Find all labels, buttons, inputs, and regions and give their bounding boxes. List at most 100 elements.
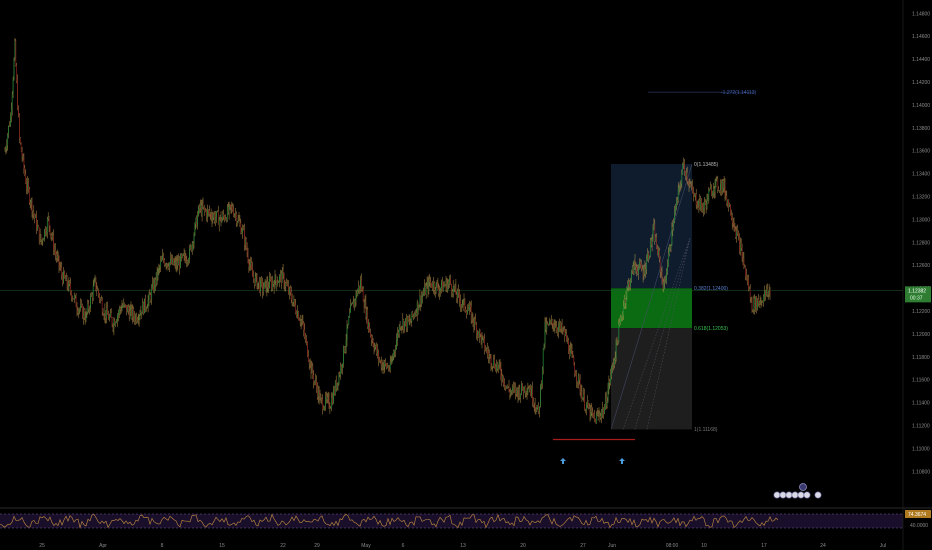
candle-body — [8, 125, 9, 135]
candle-body — [97, 289, 99, 291]
candle-body — [550, 319, 552, 322]
candle-body — [154, 279, 156, 285]
candle-body — [749, 288, 751, 298]
candle-body — [118, 312, 119, 316]
event-badge[interactable] — [814, 491, 822, 499]
candle-body — [164, 264, 166, 266]
candle-body — [657, 248, 658, 255]
candle-body — [138, 315, 140, 321]
candle-body — [748, 279, 749, 290]
candle-body — [217, 211, 219, 225]
candle-body — [106, 307, 108, 319]
candle-body — [157, 269, 159, 279]
candle-body — [757, 299, 758, 309]
candle-body — [295, 304, 297, 313]
candle-body — [28, 188, 30, 203]
candle-body — [441, 281, 442, 289]
candle-body — [431, 282, 432, 287]
fib-label-bottom: 1(1.11168) — [694, 427, 718, 433]
candle-body — [230, 205, 232, 208]
time-tick-label: 17 — [761, 543, 767, 549]
candle-body — [75, 295, 77, 308]
candle-body — [130, 306, 132, 310]
candle-body — [570, 348, 572, 350]
candle-body — [84, 317, 86, 321]
candle-body — [111, 317, 113, 326]
candle-body — [347, 324, 349, 326]
candle-body — [127, 306, 129, 311]
candle-body — [586, 401, 588, 405]
candle-body — [486, 348, 487, 351]
candle-body — [424, 285, 425, 294]
candle-body — [541, 369, 543, 385]
time-tick-label: 15 — [219, 543, 225, 549]
candle-body — [243, 227, 244, 231]
event-badge[interactable] — [791, 491, 799, 499]
candle-body — [26, 183, 27, 189]
candle-body — [746, 275, 747, 278]
rsi-lower-value: 40.0000 — [910, 523, 928, 529]
candle-body — [102, 312, 104, 316]
candle-body — [557, 329, 558, 332]
price-tick-label: 1.13200 — [912, 194, 930, 200]
candle-body — [470, 306, 472, 321]
event-badge[interactable] — [773, 491, 781, 499]
candle-body — [145, 298, 146, 309]
candle-body — [59, 266, 61, 268]
candle-body — [730, 215, 732, 219]
candle-body — [505, 385, 506, 388]
candle-body — [16, 65, 18, 81]
candle-body — [198, 206, 199, 216]
candle-body — [110, 313, 112, 318]
candle-body — [359, 285, 360, 289]
candle-body — [274, 275, 276, 289]
candle-body — [99, 294, 100, 300]
candle-body — [729, 204, 730, 207]
candle-body — [469, 305, 471, 307]
candle-body — [282, 270, 284, 275]
candle-body — [718, 188, 720, 191]
candle-body — [372, 340, 374, 346]
candle-body — [271, 281, 273, 288]
candle-body — [487, 352, 489, 358]
candle-body — [351, 304, 352, 305]
candle-body — [239, 220, 241, 224]
event-badge[interactable] — [797, 491, 805, 499]
candle-body — [586, 404, 587, 410]
event-badge[interactable] — [779, 491, 787, 499]
candle-body — [268, 287, 270, 288]
candle-body — [364, 301, 366, 308]
candle-body — [460, 300, 461, 306]
candle-body — [621, 316, 622, 318]
candle-body — [66, 276, 68, 286]
candle-body — [480, 334, 482, 343]
candle-body — [678, 185, 680, 189]
candle-body — [278, 281, 279, 283]
candle-body — [77, 310, 79, 314]
current-price-value: 1.12382 — [908, 288, 926, 294]
candle-body — [141, 311, 143, 314]
candle-body — [349, 312, 351, 318]
event-badge[interactable] — [803, 491, 811, 499]
candle-body — [363, 301, 365, 308]
candle-body — [42, 239, 44, 241]
candle-body — [191, 242, 193, 251]
candle-body — [429, 279, 431, 283]
candle-body — [280, 273, 282, 283]
candle-body — [189, 248, 190, 260]
candle-body — [540, 385, 541, 407]
trading-chart[interactable]: 0(1.13485) 0.382(1.12400) 0.618(1.12053) 1(… — [0, 0, 932, 550]
candle-body — [453, 285, 455, 290]
candle-body — [208, 210, 210, 214]
event-badge-top[interactable] — [799, 483, 807, 491]
fib-label-mid1: 0.382(1.12400) — [694, 286, 728, 292]
candle-body — [493, 359, 495, 367]
candle-body — [109, 316, 110, 320]
price-tick-label: 1.12600 — [912, 263, 930, 269]
candle-body — [7, 134, 9, 146]
candle-body — [181, 254, 182, 257]
candle-body — [360, 280, 361, 289]
candle-body — [166, 263, 168, 266]
candle-body — [73, 295, 75, 300]
event-badge[interactable] — [785, 491, 793, 499]
